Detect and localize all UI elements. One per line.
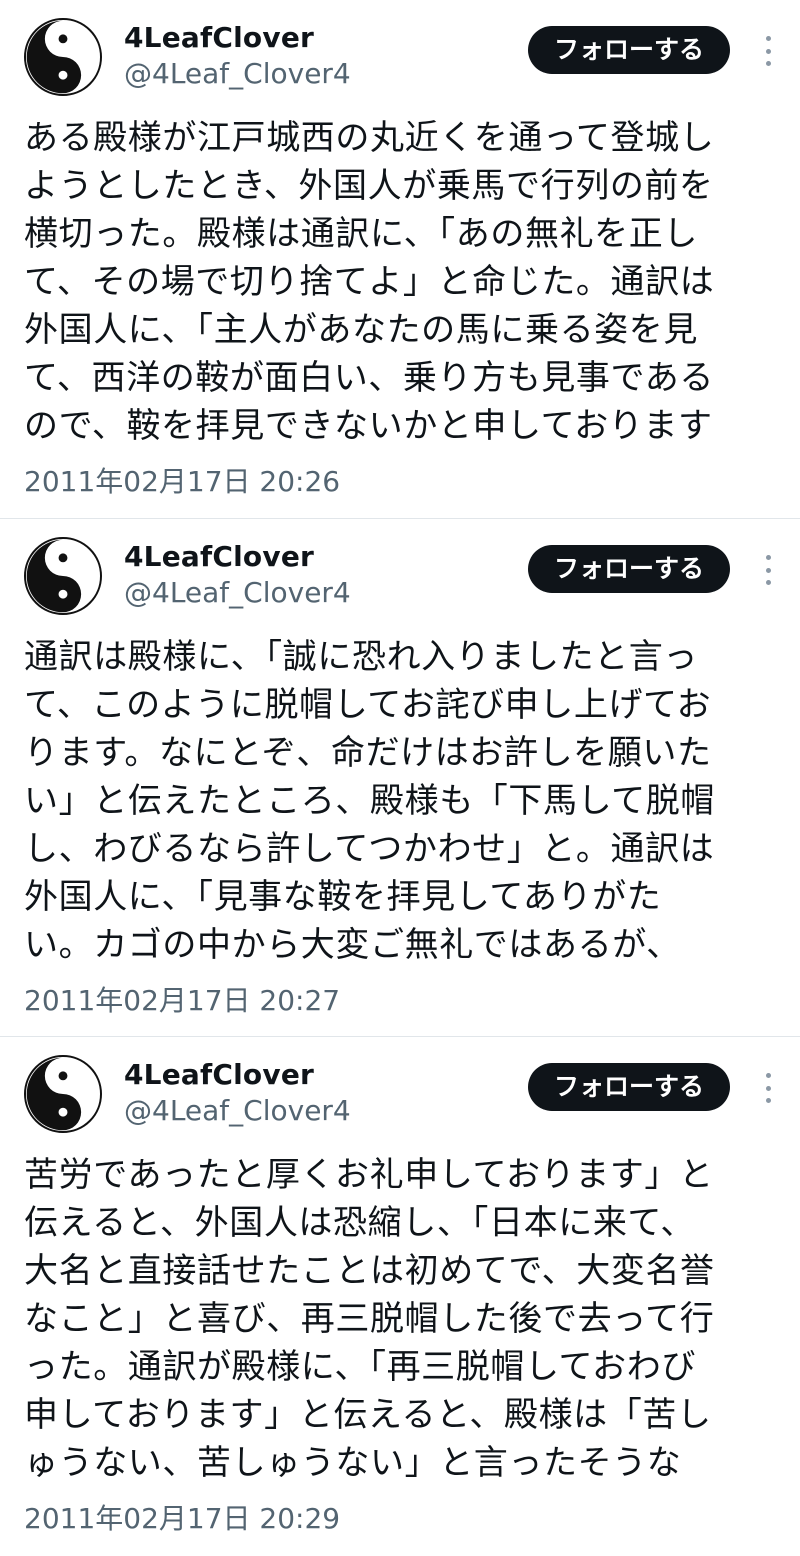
follow-button[interactable]: フォローする [527,545,730,593]
tweet-card[interactable]: 4LeafClover @4Leaf_Clover4 フォローする 通訳は殿様に… [0,518,800,1036]
follow-button[interactable]: フォローする [527,1063,730,1111]
yin-yang-icon[interactable] [24,1055,102,1133]
tweet-text: ある殿様が江戸城西の丸近くを通って登城し ようとしたとき、外国人が乗馬で行列の前… [24,118,715,446]
tweet-text: 苦労であったと厚くお礼申しております」と 伝えると、外国人は恐縮し、「日本に来て… [24,1155,715,1483]
follow-button[interactable]: フォローする [527,26,730,74]
tweet-timestamp[interactable]: 2011年02月17日 20:26 [24,464,776,500]
tweet-feed: 4LeafClover @4Leaf_Clover4 フォローする ある殿様が江… [0,0,800,1556]
more-options-icon[interactable] [764,36,772,66]
tweet-timestamp[interactable]: 2011年02月17日 20:29 [24,1501,776,1537]
tweet-card[interactable]: 4LeafClover @4Leaf_Clover4 フォローする 苦労であった… [0,1036,800,1556]
yin-yang-icon[interactable] [24,537,102,615]
tweet-card[interactable]: 4LeafClover @4Leaf_Clover4 フォローする ある殿様が江… [0,0,800,518]
more-options-icon[interactable] [764,555,772,585]
tweet-timestamp[interactable]: 2011年02月17日 20:27 [24,983,776,1019]
more-options-icon[interactable] [764,1073,772,1103]
yin-yang-icon[interactable] [24,18,102,96]
tweet-text: 通訳は殿様に、「誠に恐れ入りましたと言っ て、このように脱帽してお詫び申し上げて… [24,637,715,965]
